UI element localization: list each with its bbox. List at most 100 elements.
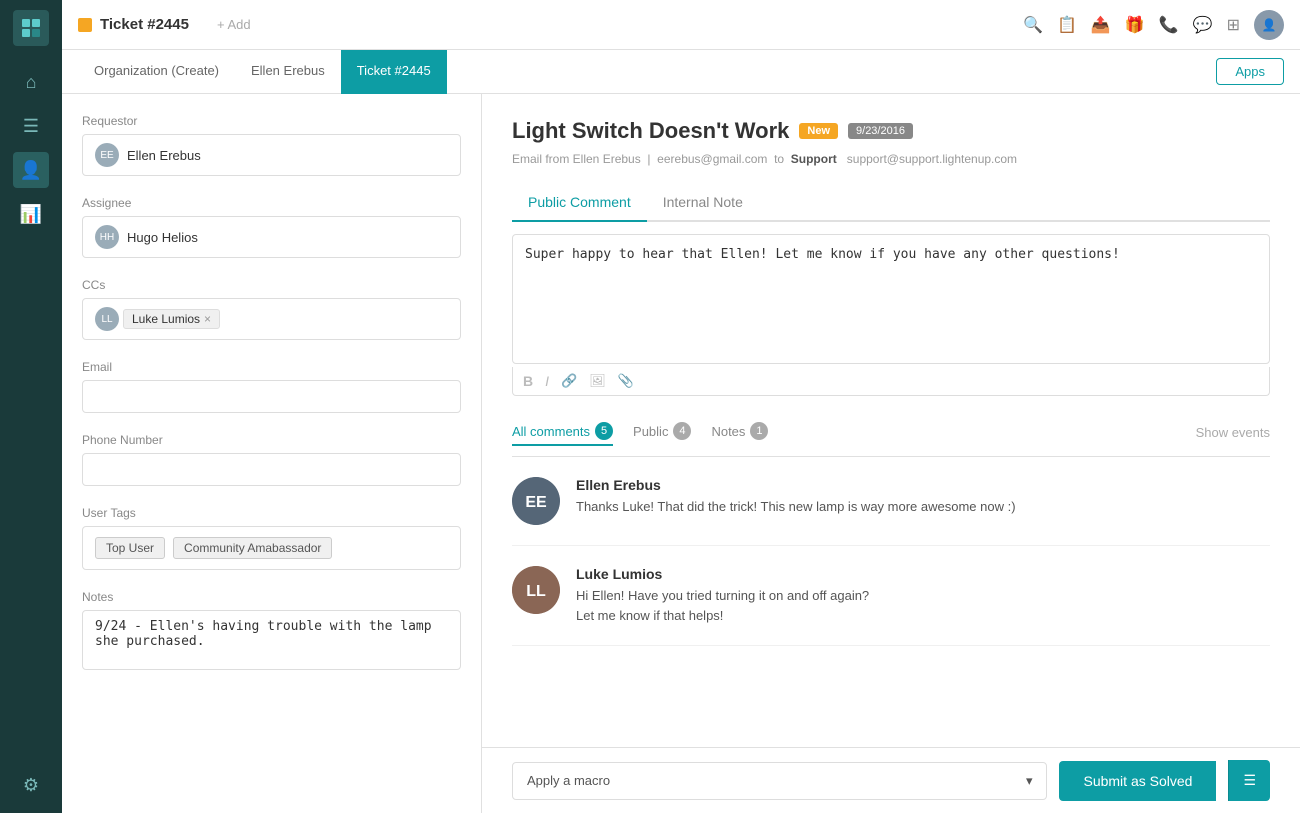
reply-textarea[interactable]: Super happy to hear that Ellen! Let me k… — [512, 234, 1270, 364]
submit-as-solved-button[interactable]: Submit as Solved — [1059, 761, 1216, 801]
ellen-avatar: EE — [512, 477, 560, 525]
luke-avatar: LL — [512, 566, 560, 614]
phone-input[interactable]: +1 555 555 5544 — [82, 453, 461, 486]
svg-text:LL: LL — [526, 583, 546, 600]
bottom-bar: Apply a macro ▾ Submit as Solved ☰ — [482, 747, 1300, 813]
topbar-ticket-label: Ticket #2445 — [100, 16, 189, 33]
apply-macro-select[interactable]: Apply a macro ▾ — [512, 762, 1047, 800]
search-icon[interactable]: 🔍 — [1023, 15, 1043, 35]
comment-luke: LL Luke Lumios Hi Ellen! Have you tried … — [512, 546, 1270, 646]
notes-field: Notes 9/24 - Ellen's having trouble with… — [82, 590, 461, 673]
comment-tabs: Public Comment Internal Note — [512, 184, 1270, 222]
attachment-icon[interactable]: 📎 — [618, 373, 634, 389]
phone-label: Phone Number — [82, 433, 461, 447]
sidebar-logo — [13, 10, 49, 46]
filter-tabs: All comments 5 Public 4 Notes 1 Show eve… — [512, 408, 1270, 457]
sidebar: ⌂ ☰ 👤 📊 ⚙ — [0, 0, 62, 813]
filter-public[interactable]: Public 4 — [633, 418, 691, 446]
requestor-avatar: EE — [95, 143, 119, 167]
bold-icon[interactable]: B — [523, 373, 533, 389]
comment-text-luke-2: Let me know if that helps! — [576, 606, 869, 626]
tab-ellen-erebus[interactable]: Ellen Erebus — [235, 50, 341, 94]
notes-badge: 1 — [750, 422, 768, 440]
assignee-avatar: HH — [95, 225, 119, 249]
user-tags-input[interactable]: Top User Community Amabassador — [82, 526, 461, 570]
grid-icon[interactable]: ⊞ — [1227, 15, 1240, 35]
apps-button[interactable]: Apps — [1216, 58, 1284, 85]
comment-author-ellen: Ellen Erebus — [576, 477, 1016, 493]
chat-icon[interactable]: 💬 — [1193, 15, 1213, 35]
filter-all-comments[interactable]: All comments 5 — [512, 418, 613, 446]
ccs-input[interactable]: LL Luke Lumios × — [82, 298, 461, 340]
comment-text-luke-1: Hi Ellen! Have you tried turning it on a… — [576, 586, 869, 606]
tag-top-user: Top User — [95, 537, 165, 559]
tab-ticket-2445[interactable]: Ticket #2445 — [341, 50, 447, 94]
topbar: Ticket #2445 + Add 🔍 📋 📤 🎁 📞 💬 ⊞ 👤 — [62, 0, 1300, 50]
tab-internal-note[interactable]: Internal Note — [647, 184, 759, 222]
assignee-field: Assignee HH Hugo Helios — [82, 196, 461, 258]
assignee-label: Assignee — [82, 196, 461, 210]
link-icon[interactable]: 🔗 — [561, 373, 577, 389]
public-badge: 4 — [673, 422, 691, 440]
requestor-label: Requestor — [82, 114, 461, 128]
ccs-label: CCs — [82, 278, 461, 292]
comment-text-ellen: Thanks Luke! That did the trick! This ne… — [576, 497, 1016, 517]
status-indicator — [78, 18, 92, 32]
image-icon[interactable]: 🖼 — [589, 373, 606, 389]
email-input[interactable]: eerebus@gmail.com — [82, 380, 461, 413]
badge-date: 9/23/2016 — [848, 123, 913, 139]
sidebar-settings-icon[interactable]: ⚙ — [13, 767, 49, 803]
requestor-field: Requestor EE Ellen Erebus — [82, 114, 461, 176]
cc-avatar: LL — [95, 307, 119, 331]
phone-icon[interactable]: 📞 — [1159, 15, 1179, 35]
notes-textarea[interactable]: 9/24 - Ellen's having trouble with the l… — [82, 610, 461, 670]
macro-chevron-icon: ▾ — [1026, 773, 1033, 789]
requestor-input[interactable]: EE Ellen Erebus — [82, 134, 461, 176]
tag-community-ambassador: Community Amabassador — [173, 537, 332, 559]
email-label: Email — [82, 360, 461, 374]
sidebar-tickets-icon[interactable]: ☰ — [13, 108, 49, 144]
ticket-title: Light Switch Doesn't Work — [512, 118, 789, 144]
reply-area: Super happy to hear that Ellen! Let me k… — [512, 234, 1270, 396]
topbar-icons: 🔍 📋 📤 🎁 📞 💬 ⊞ 👤 — [1023, 10, 1284, 40]
filter-notes[interactable]: Notes 1 — [711, 418, 768, 446]
comment-body-luke: Luke Lumios Hi Ellen! Have you tried tur… — [576, 566, 869, 625]
right-panel: Light Switch Doesn't Work New 9/23/2016 … — [482, 94, 1300, 813]
tabs-row: Organization (Create) Ellen Erebus Ticke… — [62, 50, 1300, 94]
user-tags-label: User Tags — [82, 506, 461, 520]
svg-text:EE: EE — [525, 494, 547, 511]
phone-text[interactable]: +1 555 555 5544 — [95, 462, 448, 477]
ccs-field: CCs LL Luke Lumios × — [82, 278, 461, 340]
badge-new: New — [799, 123, 838, 139]
assignee-input[interactable]: HH Hugo Helios — [82, 216, 461, 258]
comment-author-luke: Luke Lumios — [576, 566, 869, 582]
content-area: Requestor EE Ellen Erebus Assignee HH Hu… — [62, 94, 1300, 813]
tab-organization-create[interactable]: Organization (Create) — [78, 50, 235, 94]
submit-chevron-icon: ☰ — [1243, 772, 1256, 788]
all-comments-badge: 5 — [595, 422, 613, 440]
comment-ellen: EE Ellen Erebus Thanks Luke! That did th… — [512, 457, 1270, 546]
user-tags-field: User Tags Top User Community Amabassador — [82, 506, 461, 570]
email-text[interactable]: eerebus@gmail.com — [95, 389, 448, 404]
add-button[interactable]: + Add — [217, 17, 251, 32]
upload-icon[interactable]: 📤 — [1091, 15, 1111, 35]
clip-icon[interactable]: 📋 — [1057, 15, 1077, 35]
italic-icon[interactable]: I — [545, 373, 549, 389]
show-events-button[interactable]: Show events — [1196, 425, 1270, 440]
user-avatar[interactable]: 👤 — [1254, 10, 1284, 40]
email-field: Email eerebus@gmail.com — [82, 360, 461, 413]
reply-toolbar: B I 🔗 🖼 📎 — [512, 367, 1270, 396]
ticket-meta: Email from Ellen Erebus | eerebus@gmail.… — [512, 152, 1270, 166]
sidebar-home-icon[interactable]: ⌂ — [13, 64, 49, 100]
tab-public-comment[interactable]: Public Comment — [512, 184, 647, 222]
sidebar-reports-icon[interactable]: 📊 — [13, 196, 49, 232]
sidebar-users-icon[interactable]: 👤 — [13, 152, 49, 188]
cc-tag-luke: Luke Lumios × — [123, 309, 220, 329]
submit-dropdown-button[interactable]: ☰ — [1228, 760, 1270, 801]
gift-icon[interactable]: 🎁 — [1125, 15, 1145, 35]
phone-field: Phone Number +1 555 555 5544 — [82, 433, 461, 486]
comment-body-ellen: Ellen Erebus Thanks Luke! That did the t… — [576, 477, 1016, 525]
cc-remove-icon[interactable]: × — [204, 312, 211, 326]
ticket-header: Light Switch Doesn't Work New 9/23/2016 … — [482, 94, 1300, 184]
notes-label: Notes — [82, 590, 461, 604]
